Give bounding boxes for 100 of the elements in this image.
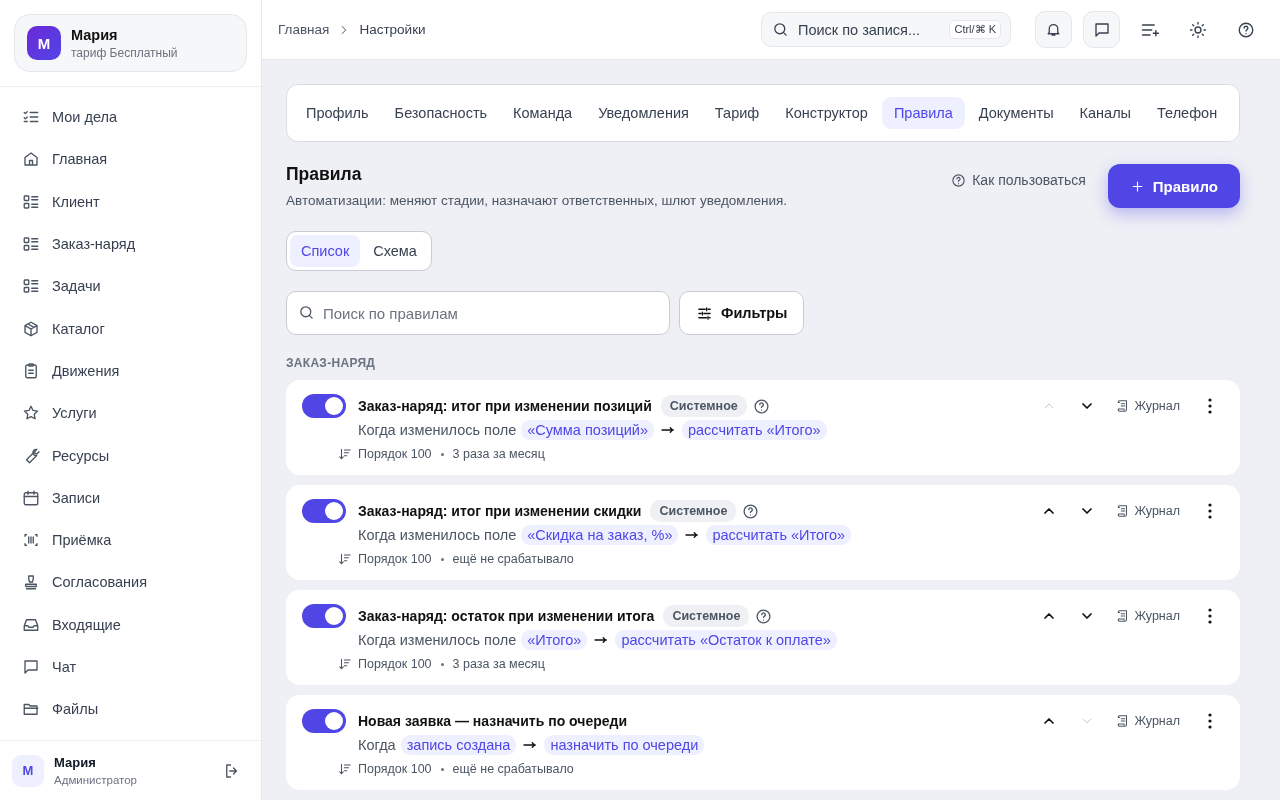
log-button[interactable]: Журнал bbox=[1108, 714, 1188, 728]
nav-item[interactable]: Клиент bbox=[0, 180, 253, 223]
account-card[interactable]: М Мария тариф Бесплатный bbox=[14, 14, 247, 72]
nav-item[interactable]: Движения bbox=[0, 349, 253, 393]
search-icon bbox=[298, 304, 315, 321]
add-rule-button[interactable]: Правило bbox=[1107, 164, 1240, 208]
nav-label: Ресурсы bbox=[52, 447, 110, 464]
nav-item[interactable]: Чат bbox=[0, 645, 253, 689]
list-icon bbox=[22, 235, 40, 254]
toggle-switch[interactable] bbox=[302, 604, 346, 628]
log-button[interactable]: Журнал bbox=[1108, 609, 1188, 623]
sort-icon bbox=[338, 552, 352, 566]
messages-button[interactable] bbox=[1083, 11, 1120, 48]
nav-item[interactable]: Приёмка bbox=[0, 518, 253, 562]
nav-item[interactable]: Мои дела bbox=[0, 96, 253, 139]
nav-item[interactable]: Входящие bbox=[0, 603, 253, 646]
shortcut-hint: Ctrl/⌘ K bbox=[949, 20, 1001, 39]
settings-tab[interactable]: Команда bbox=[501, 97, 585, 129]
breadcrumb-link[interactable]: Главная bbox=[278, 22, 330, 37]
nav-label: Заказ-наряд bbox=[52, 236, 136, 253]
trigger-chip: «Сумма позиций» bbox=[521, 420, 654, 440]
nav-item[interactable]: Задачи bbox=[0, 265, 253, 308]
trigger-chip: запись создана bbox=[400, 735, 517, 755]
run-count: ещё не срабатывало bbox=[452, 762, 574, 776]
help-icon bbox=[742, 502, 760, 520]
settings-tab[interactable]: Безопасность bbox=[382, 97, 500, 129]
settings-tab[interactable]: Документы bbox=[966, 97, 1066, 129]
order-label: Порядок 100 bbox=[358, 762, 432, 776]
settings-tab[interactable]: Конструктор bbox=[773, 97, 880, 129]
nav-label: Чат bbox=[52, 659, 77, 675]
help-icon bbox=[1236, 20, 1255, 39]
rule-title: Заказ-наряд: итог при изменении скидки bbox=[358, 503, 642, 519]
nav-item[interactable]: Каталог bbox=[0, 307, 253, 350]
nav-label: Движения bbox=[52, 362, 120, 379]
system-tag: Системное bbox=[663, 605, 750, 627]
trigger-chip: «Итого» bbox=[521, 630, 588, 650]
log-button[interactable]: Журнал bbox=[1108, 504, 1188, 518]
notifications-button[interactable] bbox=[1035, 11, 1072, 48]
order-label: Порядок 100 bbox=[358, 447, 432, 461]
nav-label: Согласования bbox=[52, 574, 148, 591]
stamp-icon bbox=[22, 573, 40, 592]
search-icon bbox=[772, 21, 789, 38]
condition-text: Когда изменилось поле bbox=[358, 632, 517, 648]
view-option[interactable]: Список bbox=[290, 235, 361, 267]
plan-label: тариф Бесплатный bbox=[71, 45, 178, 60]
more-icon bbox=[1208, 503, 1212, 519]
settings-tab[interactable]: Профиль bbox=[294, 97, 381, 129]
nav-label: Главная bbox=[52, 151, 108, 168]
run-count: 3 раза за месяц bbox=[452, 447, 545, 461]
nav-item[interactable]: Главная bbox=[0, 138, 253, 181]
chat-icon bbox=[1092, 20, 1111, 39]
chat-icon bbox=[22, 658, 40, 676]
nav-label: Каталог bbox=[52, 320, 105, 337]
nav-item[interactable]: Ресурсы bbox=[0, 434, 253, 477]
section-heading: ЗАКАЗ-НАРЯД bbox=[286, 356, 377, 370]
log-button[interactable]: Журнал bbox=[1108, 399, 1188, 413]
rule-search-field[interactable]: Поиск по правилам bbox=[286, 291, 670, 335]
order-label: Порядок 100 bbox=[358, 552, 432, 566]
toggle-switch[interactable] bbox=[302, 709, 346, 733]
toggle-switch[interactable] bbox=[302, 499, 346, 523]
condition-text: Когда изменилось поле bbox=[358, 422, 517, 438]
run-count: 3 раза за месяц bbox=[452, 657, 545, 671]
nav-label: Услуги bbox=[52, 405, 97, 422]
sort-icon bbox=[338, 657, 352, 671]
sliders-icon bbox=[696, 304, 713, 322]
more-icon bbox=[1208, 398, 1212, 414]
condition-text: Когда изменилось поле bbox=[358, 527, 517, 543]
view-option[interactable]: Схема bbox=[362, 235, 428, 267]
calendar-icon bbox=[22, 488, 40, 507]
settings-tab[interactable]: Тариф bbox=[702, 97, 772, 129]
filters-button[interactable]: Фильтры bbox=[679, 291, 805, 335]
nav-label: Входящие bbox=[52, 616, 121, 633]
nav-label: Задачи bbox=[52, 278, 101, 295]
list-icon bbox=[22, 277, 40, 296]
toggle-switch[interactable] bbox=[302, 394, 346, 418]
help-link[interactable]: Как пользоваться bbox=[951, 172, 1086, 188]
settings-tab[interactable]: Телефон bbox=[1145, 97, 1230, 129]
clipboard-icon bbox=[22, 361, 40, 380]
user-role: Администратор bbox=[54, 774, 137, 786]
nav-label: Файлы bbox=[52, 701, 99, 718]
nav-label: Клиент bbox=[52, 193, 100, 210]
settings-tab[interactable]: Каналы bbox=[1067, 97, 1144, 129]
account-name: Мария bbox=[71, 26, 119, 43]
more-icon bbox=[1208, 608, 1212, 624]
help-icon bbox=[951, 172, 967, 188]
settings-tab[interactable]: Правила bbox=[881, 97, 965, 129]
nav-item[interactable]: Файлы bbox=[0, 688, 253, 731]
system-tag: Системное bbox=[660, 395, 747, 417]
action-chip: рассчитать «Остаток к оплате» bbox=[615, 630, 837, 650]
nav-item[interactable]: Услуги bbox=[0, 392, 253, 435]
help-icon bbox=[752, 397, 770, 415]
nav-label: Мои дела bbox=[52, 109, 117, 126]
settings-tab[interactable]: Уведомления bbox=[586, 97, 701, 129]
nav-item[interactable]: Записи bbox=[0, 476, 253, 519]
system-tag: Системное bbox=[650, 500, 737, 522]
help-icon bbox=[755, 607, 773, 625]
more-icon bbox=[1208, 713, 1212, 729]
nav-label: Записи bbox=[52, 489, 101, 506]
nav-item[interactable]: Согласования bbox=[0, 561, 253, 604]
nav-item[interactable]: Заказ-наряд bbox=[0, 222, 253, 266]
